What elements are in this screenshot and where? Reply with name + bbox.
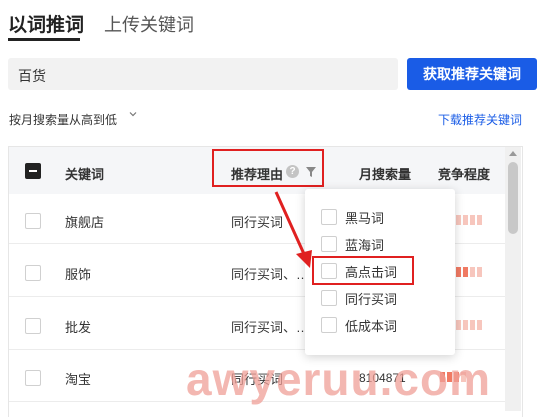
keyword-cell: 旗舰店 [65,215,105,230]
sort-select[interactable]: 按月搜索量从高到低 [9,111,117,128]
watermark-logo: awyeruu.com [186,353,491,405]
filter-option-checkbox[interactable] [321,236,337,252]
competition-bar [456,215,482,225]
search-input-value: 百货 [18,68,46,84]
get-recommended-keywords-button[interactable]: 获取推荐关键词 [407,58,537,90]
column-header-keyword: 关键词 [65,167,105,182]
filter-option-label[interactable]: 低成本词 [345,316,397,335]
filter-option-label[interactable]: 同行买词 [345,289,397,308]
column-header-competition: 竞争程度 [438,167,491,182]
filter-option-label[interactable]: 蓝海词 [345,235,384,254]
tab-word-recommend[interactable]: 以词推词 [8,10,84,37]
row-checkbox[interactable] [25,370,41,386]
select-all-checkbox[interactable] [25,163,41,179]
competition-bar [456,267,482,277]
column-header-monthly-search: 月搜索量 [359,167,412,182]
reason-cell: 同行买词、… [231,320,310,335]
row-checkbox[interactable] [25,213,41,229]
keyword-cell: 批发 [65,320,92,335]
reason-header-highlight [212,149,324,187]
annotation-arrow-icon [274,191,312,268]
search-input[interactable] [8,58,398,90]
competition-bar [456,320,482,330]
keyword-cell: 服饰 [65,267,92,282]
filter-option-checkbox[interactable] [321,290,337,306]
row-checkbox[interactable] [25,265,41,281]
filter-option-checkbox[interactable] [321,317,337,333]
option-highlight-box [312,256,414,285]
active-tab-underline [8,38,80,41]
row-checkbox[interactable] [25,318,41,334]
chevron-down-icon[interactable] [128,109,138,122]
tab-upload-keywords[interactable]: 上传关键词 [104,11,194,37]
scrollbar-thumb[interactable] [508,162,518,234]
keyword-cell: 淘宝 [65,372,92,387]
filter-option-checkbox[interactable] [321,209,337,225]
download-keywords-link[interactable]: 下载推荐关键词 [438,111,522,128]
filter-option-label[interactable]: 黑马词 [345,208,384,227]
scroll-up-arrow-icon[interactable] [509,151,517,156]
